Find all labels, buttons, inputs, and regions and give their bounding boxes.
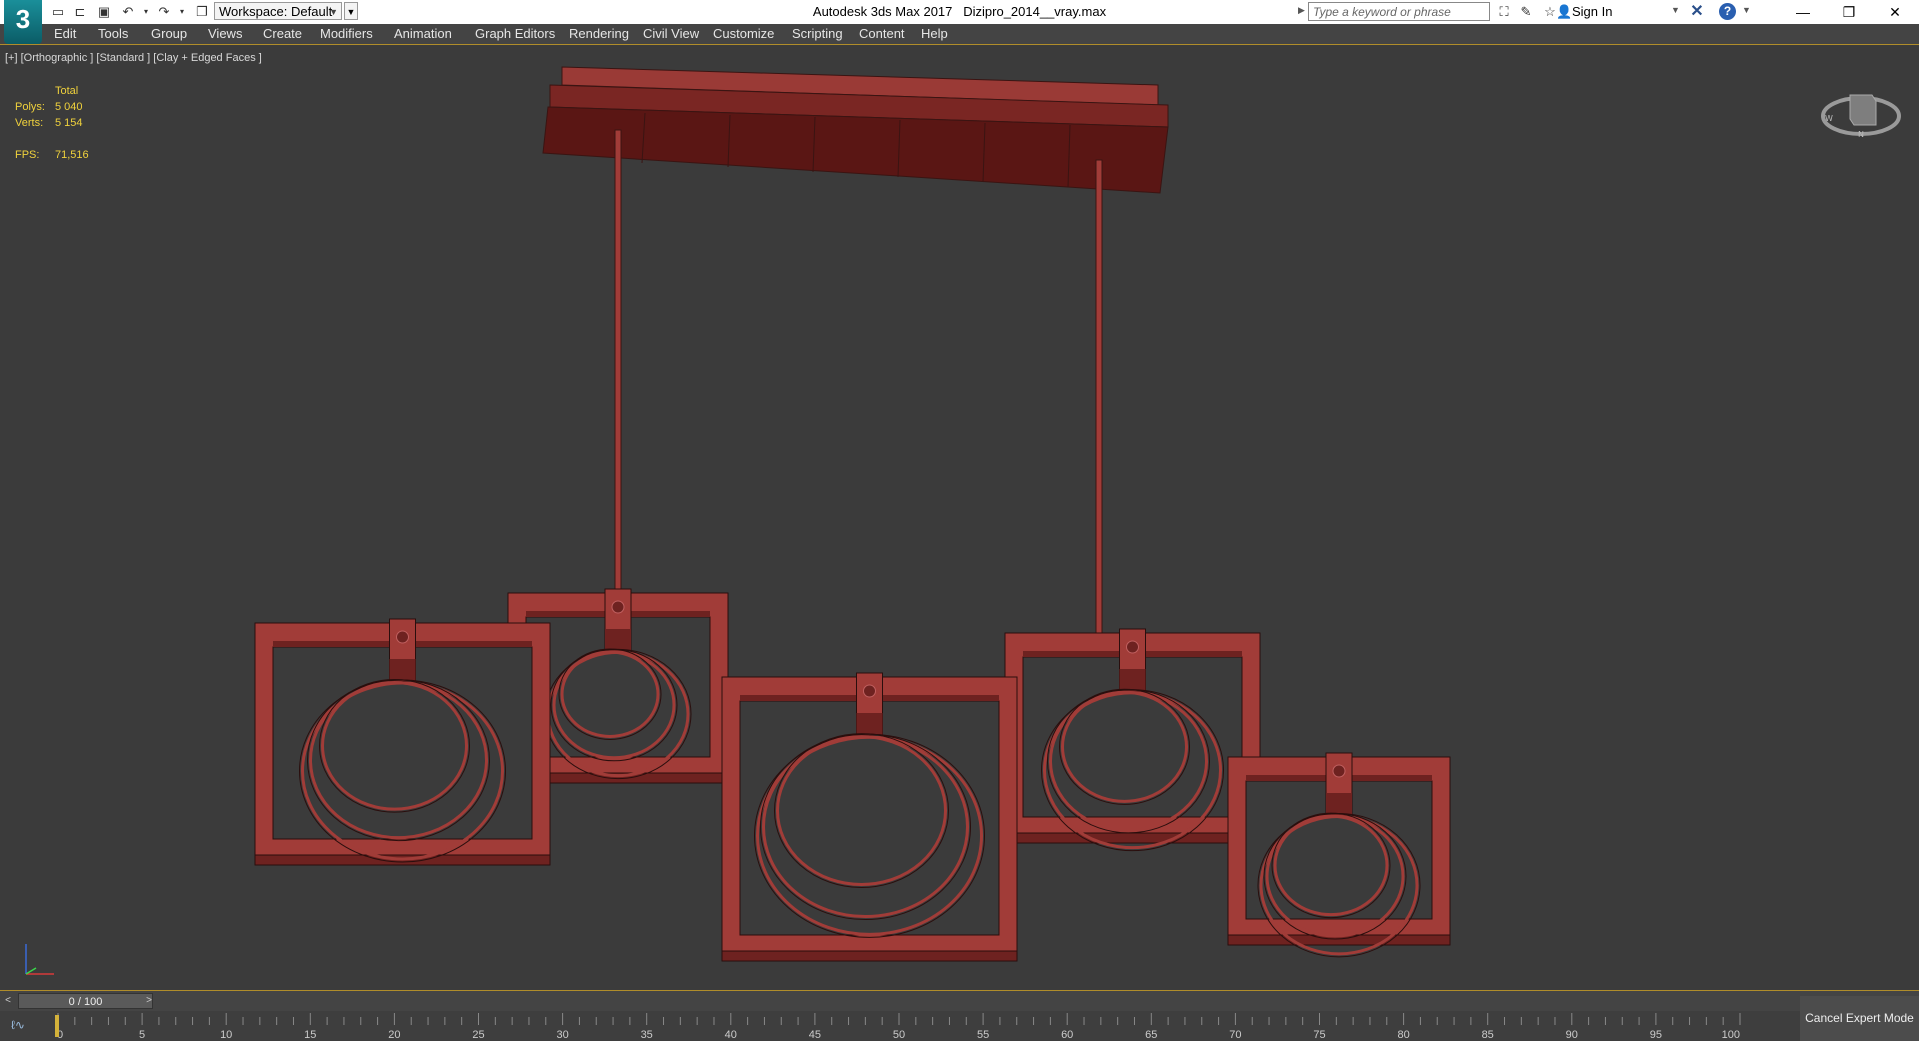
title-bar: 3 ▭ ⊏ ▣ ↶ ▾ ↷ ▾ ❐ Workspace: Default ▼ ▼ … <box>0 0 1919 44</box>
menu-views[interactable]: Views <box>208 26 242 41</box>
exchange-icon[interactable]: ✕ <box>1688 3 1706 20</box>
menu-bar: Edit Tools Group Views Create Modifiers … <box>0 24 1919 45</box>
menu-graph-editors[interactable]: Graph Editors <box>475 26 555 41</box>
lamp-frame[interactable] <box>1004 628 1261 852</box>
menu-help[interactable]: Help <box>921 26 948 41</box>
restore-icon[interactable]: ❐ <box>1826 0 1872 24</box>
chevron-down-icon[interactable]: ▼ <box>1671 5 1680 15</box>
viewport-orthographic[interactable]: [+] [Orthographic ] [Standard ] [Clay + … <box>0 45 1919 991</box>
chevron-right-icon[interactable]: > <box>143 993 155 1008</box>
track-tick-label: 50 <box>893 1029 905 1041</box>
lamp-frame[interactable] <box>254 618 551 866</box>
menu-create[interactable]: Create <box>263 26 302 41</box>
menu-content[interactable]: Content <box>859 26 905 41</box>
track-tick-label: 95 <box>1650 1029 1662 1041</box>
track-tick-label: 55 <box>977 1029 989 1041</box>
track-tick-label: 30 <box>556 1029 568 1041</box>
project-icon[interactable]: ❐ <box>194 4 210 19</box>
track-tick-label: 10 <box>220 1029 232 1041</box>
workspace-dropdown[interactable]: Workspace: Default ▼ <box>214 2 342 20</box>
track-bar[interactable]: ℓ∿ 0 5 10 15 20 25 30 35 40 45 50 55 60 65 70 75 80 85 90 9… <box>0 1011 1800 1041</box>
binoculars-icon[interactable]: ⛶ <box>1496 4 1512 19</box>
time-slider-bar: < 0 / 100 > <box>0 991 1919 1011</box>
redo-dropdown-icon[interactable]: ▾ <box>174 4 190 19</box>
user-icon: 👤 <box>1556 4 1573 19</box>
search-input[interactable]: Type a keyword or phrase <box>1308 2 1490 21</box>
menu-animation[interactable]: Animation <box>394 26 452 41</box>
redo-icon[interactable]: ↷ <box>156 4 172 19</box>
track-ruler[interactable]: 0 5 10 15 20 25 30 35 40 45 50 55 60 65 70 75 80 85 90 95 10… <box>56 1011 1746 1041</box>
cancel-expert-mode-button[interactable]: Cancel Expert Mode <box>1800 996 1919 1041</box>
mini-curve-editor-icon[interactable]: ℓ∿ <box>11 1018 25 1032</box>
chevron-left-icon[interactable]: < <box>2 993 14 1008</box>
svg-text:W: W <box>1825 114 1833 123</box>
sign-in-button[interactable]: Sign In <box>1572 4 1612 19</box>
track-tick-label: 35 <box>641 1029 653 1041</box>
track-tick-label: 85 <box>1482 1029 1494 1041</box>
axis-tripod-icon <box>25 944 54 975</box>
track-tick-label: 80 <box>1397 1029 1409 1041</box>
track-tick-label: 45 <box>809 1029 821 1041</box>
track-tick-label: 90 <box>1566 1029 1578 1041</box>
workspace-label: Workspace: Default <box>219 4 333 19</box>
undo-icon[interactable]: ↶ <box>120 4 136 19</box>
lamp-frame[interactable] <box>1227 752 1451 958</box>
track-tick-label: 5 <box>139 1029 145 1041</box>
menu-tools[interactable]: Tools <box>98 26 128 41</box>
chevron-down-icon: ▼ <box>329 7 338 17</box>
app-logo[interactable]: 3 <box>4 0 42 44</box>
track-tick-label: 65 <box>1145 1029 1157 1041</box>
menu-modifiers[interactable]: Modifiers <box>320 26 373 41</box>
track-tick-label: 40 <box>725 1029 737 1041</box>
track-tick-label: 75 <box>1313 1029 1325 1041</box>
playhead[interactable] <box>55 1015 59 1037</box>
save-icon[interactable]: ▣ <box>96 4 112 19</box>
new-icon[interactable]: ▭ <box>50 4 66 19</box>
track-tick-label: 25 <box>472 1029 484 1041</box>
help-icon[interactable]: ? <box>1719 3 1736 20</box>
quick-access-customize-button[interactable]: ▼ <box>344 2 358 20</box>
minimize-icon[interactable]: — <box>1780 0 1826 24</box>
menu-civil-view[interactable]: Civil View <box>643 26 699 41</box>
close-icon[interactable]: ✕ <box>1872 0 1918 24</box>
track-tick-label: 100 <box>1722 1029 1740 1041</box>
chevron-down-icon[interactable]: ▼ <box>1742 5 1751 15</box>
track-tick-label: 70 <box>1229 1029 1241 1041</box>
menu-edit[interactable]: Edit <box>54 26 76 41</box>
open-icon[interactable]: ⊏ <box>72 4 88 19</box>
communication-center-icon[interactable]: ✎ <box>1518 4 1534 19</box>
viewcube[interactable]: W N <box>1818 81 1904 139</box>
menu-group[interactable]: Group <box>151 26 187 41</box>
undo-dropdown-icon[interactable]: ▾ <box>138 4 154 19</box>
track-tick-label: 15 <box>304 1029 316 1041</box>
search-expand-icon[interactable]: ▶ <box>1298 5 1305 16</box>
track-tick-label: 20 <box>388 1029 400 1041</box>
ceiling-canopy[interactable] <box>542 66 1169 194</box>
menu-scripting[interactable]: Scripting <box>792 26 843 41</box>
chandelier-model[interactable] <box>0 45 1919 990</box>
track-tick-label: 60 <box>1061 1029 1073 1041</box>
lamp-frames[interactable] <box>254 588 1451 962</box>
lamp-frame[interactable] <box>721 672 1018 962</box>
menu-customize[interactable]: Customize <box>713 26 774 41</box>
menu-rendering[interactable]: Rendering <box>569 26 629 41</box>
time-slider[interactable]: 0 / 100 <box>18 993 153 1009</box>
svg-text:N: N <box>1858 130 1864 139</box>
